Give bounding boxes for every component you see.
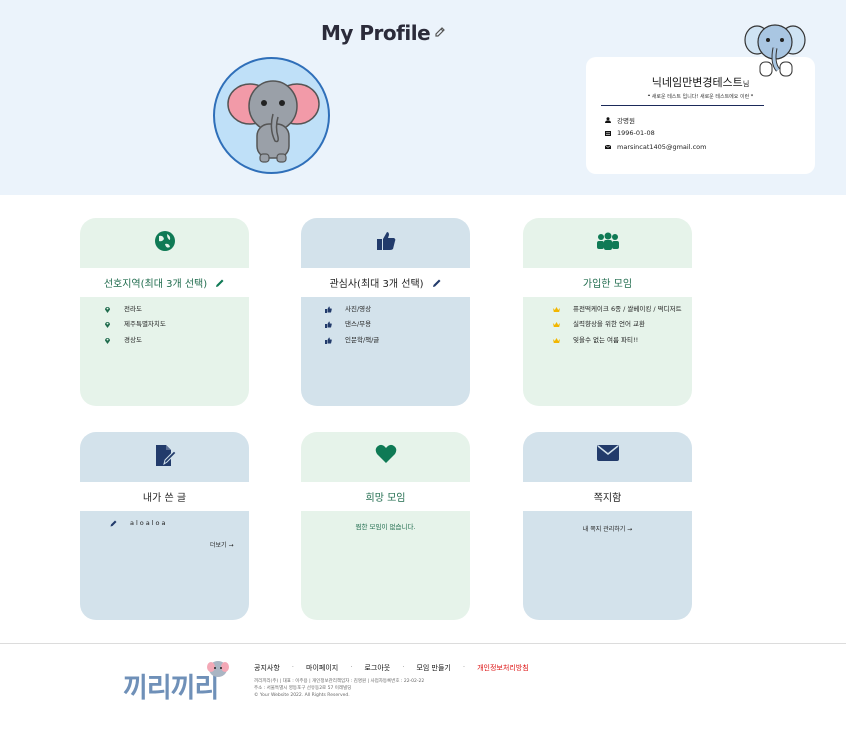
svg-text:끼리끼리: 끼리끼리: [123, 673, 218, 704]
list-item[interactable]: 퓨전떡케이크 6종 / 쌀베이킹 / 떡디저트: [553, 305, 682, 313]
list-item[interactable]: 실력향상을 위한 언어 교환: [553, 320, 682, 328]
tile-joined-groups: 가입한 모임 퓨전떡케이크 6종 / 쌀베이킹 / 떡디저트 실력향상을 위한 …: [523, 218, 692, 406]
crown-icon: [553, 337, 560, 343]
tile-my-posts: 내가 쓴 글 aloaloa 더보기 →: [80, 432, 249, 620]
regions-list: 전라도 제주특별자치도 경상도: [104, 305, 237, 351]
list-item: 인문학/책/글: [325, 336, 458, 344]
wishlist-header: 희망 모임: [301, 482, 470, 511]
footer-link-mypage[interactable]: 마이페이지: [306, 663, 338, 673]
footer-divider: [0, 643, 846, 644]
envelope-icon: [596, 445, 619, 461]
name-row: 강명원: [605, 115, 635, 125]
tile-interests: 관심사(최대 3개 선택) 사진/영상 댄스/무용 인문학/책/글: [301, 218, 470, 406]
more-link[interactable]: 더보기 →: [210, 540, 234, 549]
thumbs-up-icon: [376, 232, 395, 250]
crown-icon: [553, 307, 560, 312]
group-users-icon: [596, 232, 619, 250]
footer-nav: 공지사항 · 마이페이지 · 로그아웃 · 모임 만들기 · 개인정보처리방침: [254, 663, 529, 673]
calendar-icon: [605, 131, 611, 136]
birthdate-row: 1996-01-08: [605, 129, 655, 137]
pen-icon: [110, 520, 117, 527]
edit-icon[interactable]: [434, 26, 446, 38]
map-marker-icon: [105, 322, 110, 329]
map-marker-icon: [105, 337, 110, 344]
list-item: 댄스/무용: [325, 320, 458, 329]
manage-messages-link[interactable]: 내 쪽지 관리하기 →: [523, 524, 692, 533]
envelope-icon: [605, 144, 611, 149]
avatar[interactable]: [213, 57, 330, 174]
messages-header: 쪽지함: [523, 482, 692, 511]
email-row: marsincat1405@gmail.com: [605, 143, 706, 151]
thumbs-up-icon: [325, 321, 332, 329]
footer-link-logout[interactable]: 로그아웃: [364, 663, 390, 673]
joined-groups-list: 퓨전떡케이크 6종 / 쌀베이킹 / 떡디저트 실력향상을 위한 언어 교환 잊…: [553, 305, 682, 351]
footer-link-create-group[interactable]: 모임 만들기: [416, 663, 450, 673]
pencil-icon[interactable]: [215, 278, 225, 288]
list-item: 경상도: [104, 336, 237, 344]
elephant-mascot-icon: [744, 24, 806, 77]
interests-header: 관심사(최대 3개 선택): [301, 268, 470, 297]
thumbs-up-icon: [325, 337, 332, 344]
crown-icon: [553, 322, 560, 328]
page-title: My Profile: [321, 21, 431, 46]
globe-icon: [154, 231, 175, 251]
pencil-icon[interactable]: [432, 278, 442, 288]
file-edit-icon: [155, 445, 176, 466]
my-posts-header: 내가 쓴 글: [80, 482, 249, 511]
map-marker-icon: [105, 307, 110, 313]
copyright: © Your Website 2022. All Rights Reserved…: [254, 692, 350, 698]
tile-wishlist-groups: 희망 모임 찜한 모임이 없습니다.: [301, 432, 470, 620]
footer-link-privacy[interactable]: 개인정보처리방침: [477, 663, 529, 673]
user-icon: [605, 117, 611, 123]
thumbs-up-icon: [325, 306, 332, 313]
regions-header: 선호지역(최대 3개 선택): [80, 268, 249, 297]
tile-messages: 쪽지함 내 쪽지 관리하기 →: [523, 432, 692, 620]
interests-list: 사진/영상 댄스/무용 인문학/책/글: [325, 305, 458, 351]
footer-meta: 끼리끼리(주) | 대표 : 이주용 | 개인정보관리책임자 : 김명원 | 사…: [254, 679, 424, 700]
list-item: 제주특별자치도: [104, 320, 237, 329]
list-item[interactable]: 잊을수 없는 여름 파티!!: [553, 336, 682, 344]
logo[interactable]: 끼리끼리: [123, 659, 238, 704]
status-message: ❝ 새로운 테스트 입니다! 새로운 테스트에요 이런 ❞: [647, 94, 754, 100]
tile-preferred-regions: 선호지역(최대 3개 선택) 전라도 제주특별자치도 경상도: [80, 218, 249, 406]
company-info: 끼리끼리(주) | 대표 : 이주용 | 개인정보관리책임자 : 김명원 | 사…: [254, 679, 425, 684]
my-posts-list: aloaloa: [110, 519, 237, 534]
divider: [601, 105, 764, 106]
list-item: 전라도: [104, 305, 237, 313]
list-item: 사진/영상: [325, 305, 458, 313]
profile-hero: My Profile 닉네임만변경테스트님 ❝ 새로운 테스트 입니다! 새로운…: [0, 0, 846, 195]
address: 주소 : 서울특별시 영등포구 선유동2로 57 이레빌딩: [254, 685, 352, 691]
elephant-avatar-icon: [227, 80, 320, 163]
heart-icon: [375, 444, 396, 463]
list-item[interactable]: aloaloa: [110, 519, 237, 527]
footer-link-notice[interactable]: 공지사항: [254, 663, 280, 673]
empty-wishlist-message: 찜한 모임이 없습니다.: [355, 523, 416, 531]
joined-groups-header: 가입한 모임: [523, 268, 692, 297]
